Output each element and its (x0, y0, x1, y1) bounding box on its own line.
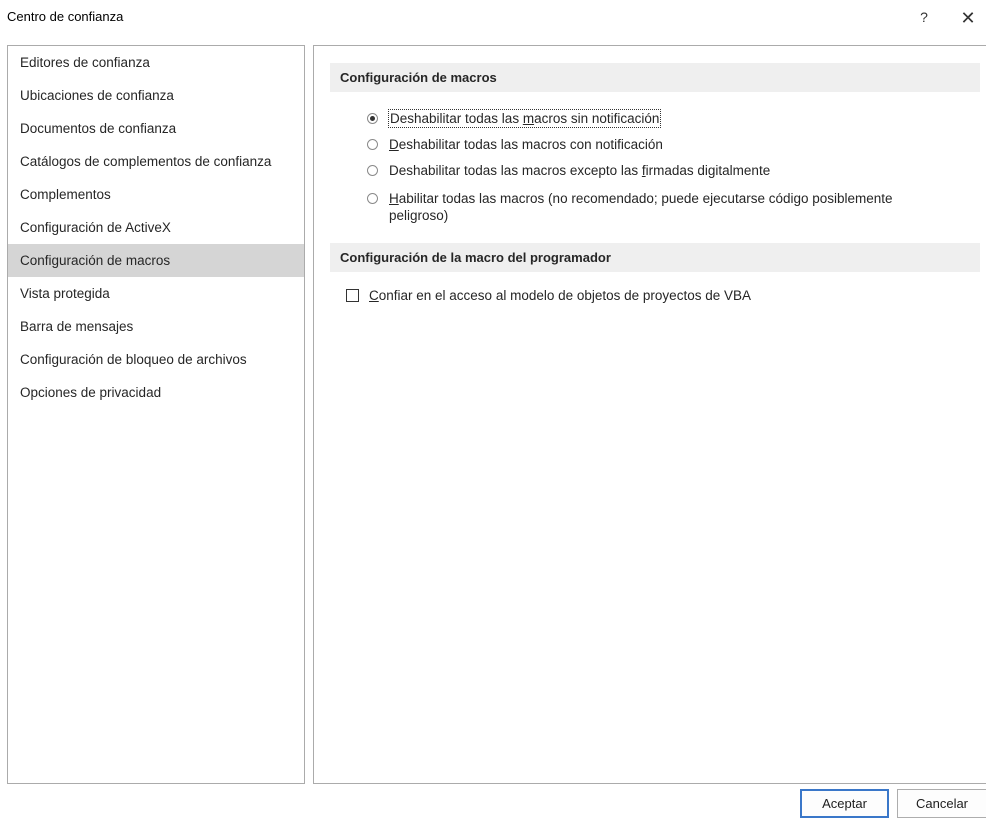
radio-button[interactable] (367, 193, 378, 204)
radio-button[interactable] (367, 165, 378, 176)
sidebar-item-activex[interactable]: Configuración de ActiveX (8, 211, 304, 244)
sidebar-nav: Editores de confianza Ubicaciones de con… (7, 45, 305, 784)
close-button[interactable]: ✕ (956, 7, 980, 29)
developer-settings-header: Configuración de la macro del programado… (330, 243, 980, 272)
trust-vba-label: Confiar en el acceso al modelo de objeto… (369, 288, 751, 303)
sidebar-item-complementos[interactable]: Complementos (8, 178, 304, 211)
close-icon: ✕ (960, 8, 976, 28)
sidebar-item-editores[interactable]: Editores de confianza (8, 46, 304, 79)
sidebar-item-documentos[interactable]: Documentos de confianza (8, 112, 304, 145)
trust-vba-checkbox-row[interactable]: Confiar en el acceso al modelo de objeto… (346, 288, 751, 303)
trust-vba-checkbox[interactable] (346, 289, 359, 302)
sidebar-item-catalogos[interactable]: Catálogos de complementos de confianza (8, 145, 304, 178)
radio-label: Deshabilitar todas las macros con notifi… (389, 137, 663, 152)
macro-settings-header: Configuración de macros (330, 63, 980, 92)
sidebar-item-bloqueo-archivos[interactable]: Configuración de bloqueo de archivos (8, 343, 304, 376)
cancel-button[interactable]: Cancelar (897, 789, 986, 818)
sidebar-item-vista-protegida[interactable]: Vista protegida (8, 277, 304, 310)
settings-panel: Configuración de macros Deshabilitar tod… (313, 45, 986, 784)
radio-enable-all[interactable]: Habilitar todas las macros (no recomenda… (367, 190, 893, 224)
help-button[interactable]: ? (914, 7, 934, 27)
radio-button-selected[interactable] (367, 113, 378, 124)
sidebar-item-ubicaciones[interactable]: Ubicaciones de confianza (8, 79, 304, 112)
radio-disable-with-notification[interactable]: Deshabilitar todas las macros con notifi… (367, 136, 663, 153)
sidebar-item-barra-mensajes[interactable]: Barra de mensajes (8, 310, 304, 343)
radio-disable-no-notification[interactable]: Deshabilitar todas las macros sin notifi… (367, 109, 662, 128)
radio-button[interactable] (367, 139, 378, 150)
radio-label: Deshabilitar todas las macros excepto la… (389, 163, 771, 178)
ok-button[interactable]: Aceptar (800, 789, 889, 818)
sidebar-item-privacidad[interactable]: Opciones de privacidad (8, 376, 304, 409)
sidebar-item-macros[interactable]: Configuración de macros (8, 244, 304, 277)
radio-disable-except-signed[interactable]: Deshabilitar todas las macros excepto la… (367, 162, 770, 179)
radio-label: Deshabilitar todas las macros sin notifi… (387, 109, 662, 128)
radio-label: Habilitar todas las macros (no recomenda… (389, 191, 893, 223)
dialog-title: Centro de confianza (7, 9, 124, 24)
